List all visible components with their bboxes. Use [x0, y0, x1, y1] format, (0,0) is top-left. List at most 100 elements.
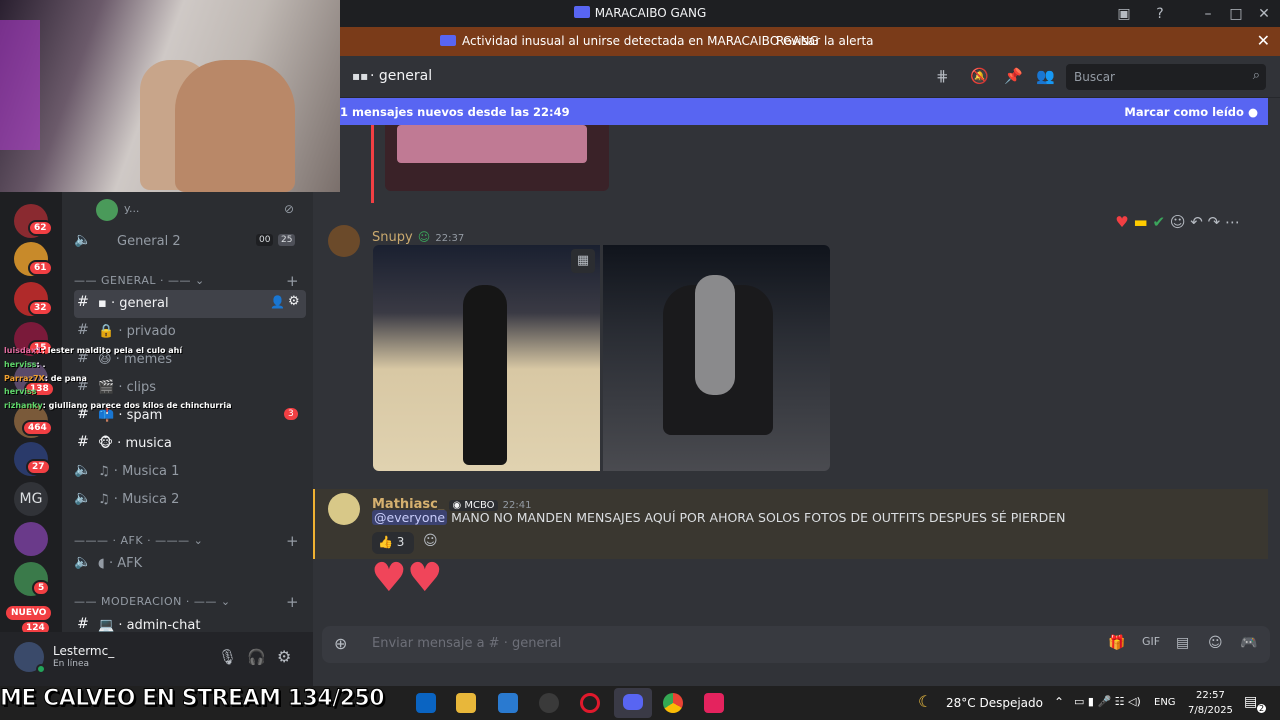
tiktok-icon[interactable]	[704, 693, 724, 713]
server-icon-mg[interactable]: MG	[14, 482, 48, 516]
inbox-icon[interactable]: ▣	[1114, 4, 1134, 24]
stream-chat-line: luisdax1: lester maldito pela el culo ah…	[4, 346, 183, 355]
speaker-icon: 🔈	[74, 490, 92, 506]
add-reaction-icon[interactable]: ☺	[423, 533, 438, 549]
notifications-icon[interactable]: ▤	[1244, 694, 1257, 710]
channel-name: · general	[370, 68, 433, 84]
more-icon[interactable]: ⋯	[1225, 213, 1240, 231]
muted-icon: ⊘	[284, 202, 295, 216]
tray-chevron-icon[interactable]: ⌃	[1054, 695, 1064, 709]
invite-icon[interactable]: 👤	[270, 295, 285, 309]
channel-label: ♫ · Musica 1	[98, 464, 180, 479]
activities-icon[interactable]: 🎮	[1240, 635, 1257, 651]
members-icon[interactable]: 👥	[1036, 67, 1055, 85]
reaction-chip[interactable]: 👍 3	[372, 532, 414, 554]
add-channel-icon[interactable]: +	[286, 272, 299, 290]
tray-icons[interactable]: ▭ ▮ 🎤 ☷ ◁)	[1074, 695, 1141, 708]
verified-icon: ☺	[417, 230, 431, 244]
review-alert-button[interactable]: Revisar la alerta	[776, 34, 874, 48]
store-icon[interactable]	[498, 693, 518, 713]
gif-icon[interactable]: GIF	[1142, 635, 1160, 648]
gallery-icon[interactable]: ▦	[571, 249, 595, 273]
channel-label: 💻 · admin-chat	[98, 618, 201, 633]
mark-read-button[interactable]: Marcar como leído ●	[1124, 105, 1258, 119]
channel-label: ◖ · AFK	[98, 556, 143, 571]
voice-user[interactable]: y... ⊘	[74, 196, 306, 224]
headphones-icon[interactable]: 🎧	[247, 648, 266, 666]
app-icon[interactable]	[539, 693, 559, 713]
message-list: ♥ ▬ ✔ ☺ ↶ ↷ ⋯ Snupy ☺ 22:37 ▦ Mathiasc_ …	[313, 125, 1268, 620]
message-input[interactable]: ⊕ Enviar mensaje a # · general 🎁 GIF ▤ ☺…	[322, 626, 1270, 663]
avatar[interactable]	[328, 225, 360, 257]
voice-channel-musica1[interactable]: 🔈 ♫ · Musica 1	[74, 458, 306, 486]
category-general[interactable]: —— GENERAL · —— ⌄ +	[74, 272, 299, 290]
channel-musica[interactable]: # 🐵 · musica	[74, 430, 306, 458]
help-icon[interactable]: ?	[1150, 4, 1170, 24]
sticker-icon[interactable]: ▤	[1176, 635, 1189, 651]
voice-channel-general2[interactable]: 🔈 General 2 00 25	[74, 228, 306, 256]
settings-icon[interactable]: ⚙	[288, 294, 300, 309]
server-logo-icon	[573, 6, 590, 18]
channel-label: 📫 · spam	[98, 408, 163, 423]
webcam-overlay	[0, 0, 340, 192]
close-button[interactable]: ✕	[1254, 4, 1274, 24]
microphone-icon[interactable]: 🎙	[218, 648, 237, 666]
previous-image[interactable]	[385, 125, 609, 191]
gift-icon[interactable]: 🎁	[1108, 635, 1125, 651]
discord-active-icon[interactable]	[614, 688, 652, 718]
chrome-icon[interactable]	[663, 693, 683, 713]
search-input[interactable]: Buscar ⌕	[1066, 64, 1266, 90]
speaker-icon: 🔈	[74, 554, 92, 570]
flag-icon[interactable]: ▬	[1134, 213, 1148, 231]
minimize-button[interactable]: –	[1198, 4, 1218, 24]
add-attachment-icon[interactable]: ⊕	[334, 634, 347, 653]
add-channel-icon[interactable]: +	[286, 532, 299, 550]
stream-goal-overlay: ME CALVEO EN STREAM 134/250	[0, 686, 385, 712]
server-rail: 62 61 32 15 138 464 27 MG 5 NUEVO 124	[0, 192, 62, 686]
speaker-icon: 🔈	[74, 462, 92, 478]
close-icon[interactable]: ✕	[1257, 31, 1270, 50]
maximize-button[interactable]: □	[1226, 4, 1246, 24]
new-badge[interactable]: NUEVO	[6, 606, 52, 620]
text-channel-icon: ▪▪	[352, 69, 369, 83]
heart-reaction-icon[interactable]: ♥	[1115, 213, 1128, 231]
threads-icon[interactable]: ⋕	[936, 67, 949, 85]
voice-channel-musica2[interactable]: 🔈 ♫ · Musica 2	[74, 486, 306, 514]
check-icon[interactable]: ✔	[1153, 213, 1166, 231]
category-moderacion[interactable]: —— MODERACION · —— ⌄ +	[74, 593, 299, 611]
hash-icon: #	[77, 294, 89, 310]
add-channel-icon[interactable]: +	[286, 593, 299, 611]
outlook-icon[interactable]	[416, 693, 436, 713]
stream-chat-line: herviss: .	[4, 360, 46, 369]
server-icon[interactable]	[14, 522, 48, 556]
channel-privado[interactable]: # 🔒 · privado	[74, 318, 306, 346]
voice-channel-afk[interactable]: 🔈 ◖ · AFK	[74, 550, 306, 578]
add-reaction-icon[interactable]: ☺	[1170, 213, 1186, 231]
thumbs-up-icon: 👍	[378, 535, 393, 549]
outfit-photo[interactable]	[373, 245, 600, 471]
stream-chat-line: Parraz7X: de pana	[4, 374, 87, 383]
new-messages-bar[interactable]: 1 mensajes nuevos desde las 22:49 Marcar…	[340, 98, 1268, 125]
pin-icon[interactable]: 📌	[1004, 67, 1023, 85]
reply-icon[interactable]: ↶	[1190, 213, 1203, 231]
hash-icon: #	[77, 322, 89, 338]
user-settings-icon[interactable]: ⚙	[277, 647, 291, 666]
alert-banner: Actividad inusual al unirse detectada en…	[340, 27, 1280, 56]
channel-label: ♫ · Musica 2	[98, 492, 180, 507]
channel-general[interactable]: # ▪ · general 👤 ⚙	[74, 290, 306, 318]
mute-icon[interactable]: 🔕	[970, 67, 989, 85]
opera-icon[interactable]	[580, 693, 600, 713]
channel-clips[interactable]: # 🎬 · clips	[74, 374, 306, 402]
mark-read-icon: ●	[1247, 105, 1258, 119]
emoji-icon[interactable]: ☺	[1208, 635, 1223, 651]
message-text: @everyone MANO NO MANDEN MENSAJES AQUÍ P…	[372, 510, 1066, 525]
outfit-photo[interactable]	[603, 245, 830, 471]
category-afk[interactable]: ——— · AFK · ——— ⌄ +	[74, 532, 299, 550]
channel-sidebar: y... ⊘ 🔈 General 2 00 25 —— GENERAL · ——…	[62, 192, 313, 633]
avatar[interactable]	[328, 493, 360, 525]
forward-icon[interactable]: ↷	[1208, 213, 1221, 231]
file-explorer-icon[interactable]	[456, 693, 476, 713]
channel-label: ▪ · general	[98, 296, 169, 311]
message-actions: ♥ ▬ ✔ ☺ ↶ ↷ ⋯	[1115, 213, 1240, 231]
message-placeholder: Enviar mensaje a # · general	[372, 636, 562, 651]
